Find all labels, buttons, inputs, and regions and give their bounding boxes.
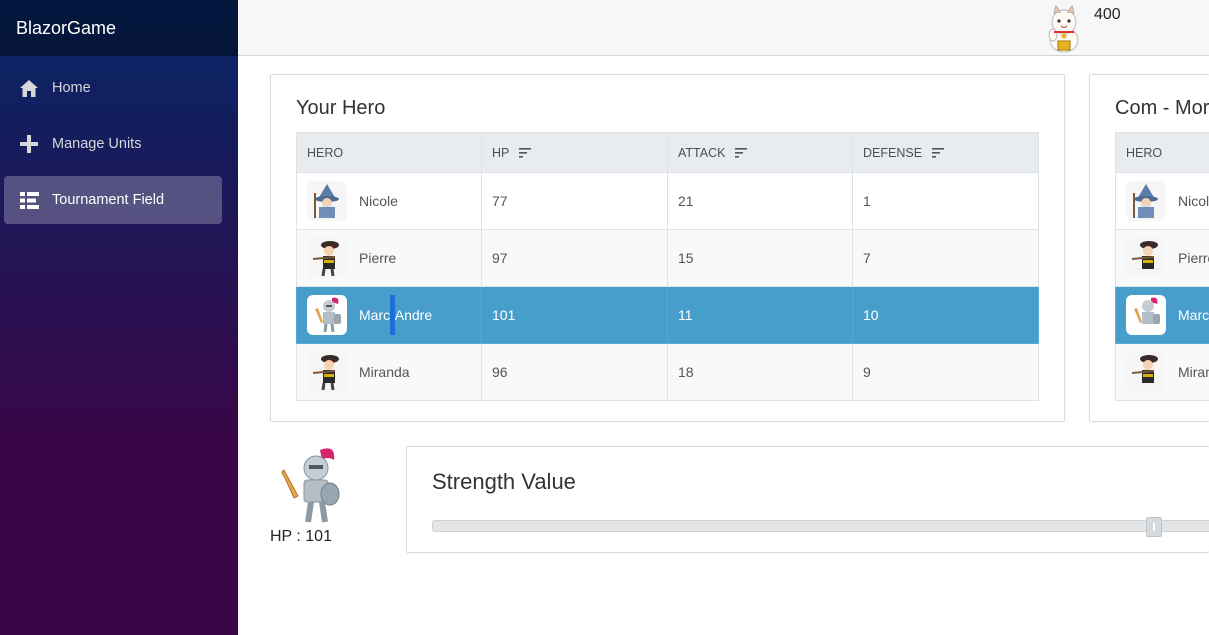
hero-name: Pierre xyxy=(1178,250,1209,266)
cell-hp: 97 xyxy=(481,229,668,287)
column-header-hero[interactable]: HERO xyxy=(1115,132,1209,173)
hero-name: Nicole xyxy=(359,193,398,209)
table-row-selected[interactable]: Marc-Andre 101 11 10 xyxy=(296,286,1039,344)
archer-avatar xyxy=(1126,238,1166,278)
brand-title[interactable]: BlazorGame xyxy=(0,0,238,56)
cell-hp: 101 xyxy=(481,286,668,344)
lucky-cat-icon xyxy=(1044,4,1084,53)
sidebar: BlazorGame Home Manage Units Tournament … xyxy=(0,0,238,635)
table-row[interactable]: Miranda 96 18 9 xyxy=(296,343,1039,401)
sidebar-item-label: Manage Units xyxy=(52,136,142,152)
cell-hp: 96 xyxy=(481,343,668,401)
column-header-hero[interactable]: HERO xyxy=(296,132,482,173)
cell-defense: 10 xyxy=(852,286,1039,344)
hero-name: Miranda xyxy=(359,364,410,380)
wizard-avatar xyxy=(1126,181,1166,221)
sort-icon xyxy=(734,148,747,158)
sidebar-item-manage-units[interactable]: Manage Units xyxy=(4,120,222,168)
knight-fighter-image xyxy=(276,446,342,526)
sidebar-item-tournament-field[interactable]: Tournament Field xyxy=(4,176,222,224)
slider-thumb[interactable] xyxy=(1146,517,1162,537)
home-icon xyxy=(19,78,39,98)
sidebar-item-label: Tournament Field xyxy=(52,192,165,208)
hero-name: Miran xyxy=(1178,364,1209,380)
top-bar: 400 xyxy=(238,0,1209,56)
table-row-selected[interactable]: Marc xyxy=(1115,286,1209,344)
archer-avatar xyxy=(1126,352,1166,392)
sidebar-item-label: Home xyxy=(52,80,91,96)
column-header-defense[interactable]: DEFENSE xyxy=(852,132,1039,173)
sidebar-nav: Home Manage Units Tournament Field xyxy=(0,64,238,224)
coin-balance: 400 xyxy=(1094,6,1121,23)
strength-card: Strength Value xyxy=(406,446,1209,553)
text-cursor xyxy=(390,295,395,335)
archer-avatar xyxy=(307,352,347,392)
cell-defense: 9 xyxy=(852,343,1039,401)
column-header-hp[interactable]: HP xyxy=(481,132,668,173)
cell-attack: 15 xyxy=(667,229,853,287)
card-title: Com - Mor xyxy=(1115,97,1209,119)
sidebar-item-home[interactable]: Home xyxy=(4,64,222,112)
hero-name: Pierre xyxy=(359,250,397,266)
your-hero-card: Your Hero HERO HP ATTACK DEFENSE Nicole … xyxy=(270,74,1065,422)
hero-name: Marc xyxy=(1178,307,1209,323)
com-hero-card: Com - Mor HERO Nicol Pierre Marc Miran xyxy=(1089,74,1209,422)
card-title: Your Hero xyxy=(296,97,386,119)
sort-icon xyxy=(518,148,531,158)
card-title: Strength Value xyxy=(432,469,576,494)
cell-attack: 21 xyxy=(667,172,853,230)
wizard-avatar xyxy=(307,181,347,221)
hero-name: Marc-Andre xyxy=(359,307,433,323)
knight-avatar xyxy=(1126,295,1166,335)
table-row[interactable]: Nicole 77 21 1 xyxy=(296,172,1039,230)
your-hero-table: HERO HP ATTACK DEFENSE Nicole 77 21 1 Pi… xyxy=(296,132,1039,401)
archer-avatar xyxy=(307,238,347,278)
hero-name: Nicol xyxy=(1178,193,1209,209)
knight-avatar xyxy=(307,295,347,335)
column-header-attack[interactable]: ATTACK xyxy=(667,132,853,173)
sort-icon xyxy=(931,148,944,158)
strength-slider[interactable] xyxy=(432,517,1209,537)
cell-defense: 1 xyxy=(852,172,1039,230)
cell-defense: 7 xyxy=(852,229,1039,287)
plus-icon xyxy=(19,134,39,154)
fighter-hp-label: HP : 101 xyxy=(270,528,332,545)
table-row[interactable]: Nicol xyxy=(1115,172,1209,230)
list-icon xyxy=(19,190,39,210)
table-row[interactable]: Pierre xyxy=(1115,229,1209,287)
com-hero-table: HERO Nicol Pierre Marc Miran xyxy=(1115,132,1209,401)
cell-attack: 18 xyxy=(667,343,853,401)
cell-hp: 77 xyxy=(481,172,668,230)
table-row[interactable]: Miran xyxy=(1115,343,1209,401)
table-row[interactable]: Pierre 97 15 7 xyxy=(296,229,1039,287)
cell-attack: 11 xyxy=(667,286,853,344)
